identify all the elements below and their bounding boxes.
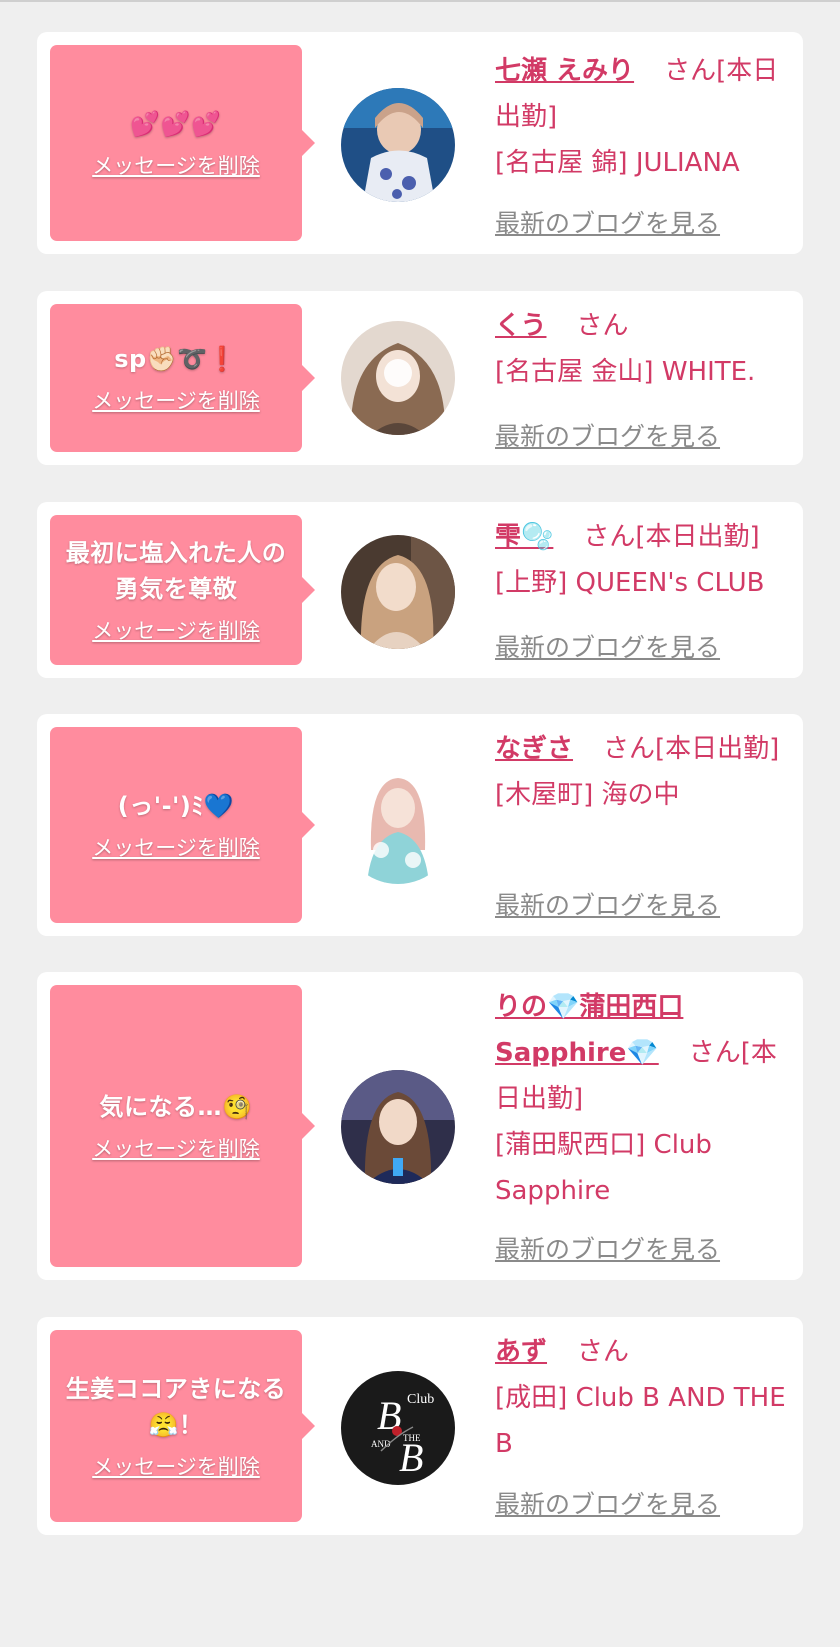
cast-name-link[interactable]: あず xyxy=(495,1337,547,1367)
message-bubble: sp✊🏻➰❗ メッセージを削除 xyxy=(50,304,315,452)
svg-text:THE: THE xyxy=(403,1433,421,1443)
cast-name-link[interactable]: なぎさ xyxy=(495,734,573,764)
delete-message-link[interactable]: メッセージを削除 xyxy=(92,615,260,645)
latest-blog-link[interactable]: 最新のブログを見る xyxy=(495,886,720,922)
cast-name-link[interactable]: 雫🫧 xyxy=(495,522,553,552)
cast-info: りの💎蒲田西口Sapphire💎 さん[本日出勤] [蒲田駅西口] Club Sa… xyxy=(495,984,795,1214)
message-list: 💕💕💕 メッセージを削除 七瀬 えみり さん[本日出勤] [名古屋 錦] JULI… xyxy=(0,0,840,1647)
message-card: 生姜ココアきになる😤！ メッセージを削除 B Club B AND THE あず… xyxy=(37,1317,803,1535)
cast-suffix: さん[本日出勤] xyxy=(603,734,780,764)
delete-message-link[interactable]: メッセージを削除 xyxy=(92,1133,260,1163)
avatar[interactable] xyxy=(341,535,455,649)
message-text: 気になる…🧐 xyxy=(99,1093,253,1121)
latest-blog-link[interactable]: 最新のブログを見る xyxy=(495,1485,720,1521)
latest-blog-link[interactable]: 最新のブログを見る xyxy=(495,628,720,664)
shop-text: [名古屋 錦] JULIANA xyxy=(495,148,740,178)
cast-suffix: さん xyxy=(576,311,629,341)
message-card: sp✊🏻➰❗ メッセージを削除 くう さん [名古屋 金山] WHITE. 最新の… xyxy=(37,291,803,465)
delete-message-link[interactable]: メッセージを削除 xyxy=(92,385,260,415)
shop-logo[interactable]: B Club B AND THE xyxy=(341,1371,455,1485)
message-bubble: 最初に塩入れた人の勇気を尊敬 メッセージを削除 xyxy=(50,515,315,665)
cast-name-line: あず さん xyxy=(495,1329,795,1375)
cast-info: あず さん [成田] Club B AND THE B xyxy=(495,1329,795,1467)
message-card: 最初に塩入れた人の勇気を尊敬 メッセージを削除 雫🫧 さん[本日出勤] [上野] … xyxy=(37,502,803,678)
message-text: (っ'-')ﾐ💙 xyxy=(117,792,235,820)
cast-name-line: くう さん xyxy=(495,303,795,349)
latest-blog-link[interactable]: 最新のブログを見る xyxy=(495,1230,720,1266)
cast-name-link[interactable]: 七瀬 えみり xyxy=(495,56,634,86)
latest-blog-link[interactable]: 最新のブログを見る xyxy=(495,204,720,240)
shop-text: [蒲田駅西口] Club Sapphire xyxy=(495,1130,712,1206)
avatar[interactable] xyxy=(341,321,455,435)
cast-suffix: さん[本日出勤] xyxy=(583,522,760,552)
cast-name-link[interactable]: くう xyxy=(495,311,546,341)
cast-info: くう さん [名古屋 金山] WHITE. xyxy=(495,303,795,395)
cast-info: 七瀬 えみり さん[本日出勤] [名古屋 錦] JULIANA xyxy=(495,48,795,186)
cast-name-line: 雫🫧 さん[本日出勤] xyxy=(495,514,795,560)
cast-info: 雫🫧 さん[本日出勤] [上野] QUEEN's CLUB xyxy=(495,514,795,606)
cast-name-line: りの💎蒲田西口Sapphire💎 さん[本日出勤] xyxy=(495,984,795,1122)
shop-text: [名古屋 金山] WHITE. xyxy=(495,357,756,387)
cast-info: なぎさ さん[本日出勤] [木屋町] 海の中 xyxy=(495,726,795,818)
shop-text: [上野] QUEEN's CLUB xyxy=(495,568,765,598)
avatar[interactable] xyxy=(341,1070,455,1184)
delete-message-link[interactable]: メッセージを削除 xyxy=(92,150,260,180)
delete-message-link[interactable]: メッセージを削除 xyxy=(92,832,260,862)
message-bubble: 生姜ココアきになる😤！ メッセージを削除 xyxy=(50,1330,315,1522)
shop-text: [木屋町] 海の中 xyxy=(495,780,680,810)
message-text: 生姜ココアきになる😤！ xyxy=(65,1375,287,1439)
latest-blog-link[interactable]: 最新のブログを見る xyxy=(495,417,720,453)
cast-name-line: 七瀬 えみり さん[本日出勤] xyxy=(495,48,795,140)
message-bubble: (っ'-')ﾐ💙 メッセージを削除 xyxy=(50,727,315,923)
cast-name-line: なぎさ さん[本日出勤] xyxy=(495,726,795,772)
message-text: 最初に塩入れた人の勇気を尊敬 xyxy=(65,539,287,603)
svg-text:Club: Club xyxy=(407,1392,434,1407)
avatar[interactable] xyxy=(341,88,455,202)
message-card: 気になる…🧐 メッセージを削除 りの💎蒲田西口Sapphire💎 さん[本日出勤]… xyxy=(37,972,803,1280)
cast-name-link[interactable]: りの💎蒲田西口Sapphire💎 xyxy=(495,992,683,1068)
shop-text: [成田] Club B AND THE B xyxy=(495,1383,786,1459)
message-text: 💕💕💕 xyxy=(130,110,222,138)
message-bubble: 気になる…🧐 メッセージを削除 xyxy=(50,985,315,1267)
delete-message-link[interactable]: メッセージを削除 xyxy=(92,1451,260,1481)
message-text: sp✊🏻➰❗ xyxy=(114,345,238,373)
cast-suffix: さん xyxy=(577,1337,630,1367)
message-bubble: 💕💕💕 メッセージを削除 xyxy=(50,45,315,241)
avatar[interactable] xyxy=(341,770,455,884)
message-card: (っ'-')ﾐ💙 メッセージを削除 なぎさ さん[本日出勤] [木屋町] 海の中 … xyxy=(37,714,803,936)
message-card: 💕💕💕 メッセージを削除 七瀬 えみり さん[本日出勤] [名古屋 錦] JULI… xyxy=(37,32,803,254)
